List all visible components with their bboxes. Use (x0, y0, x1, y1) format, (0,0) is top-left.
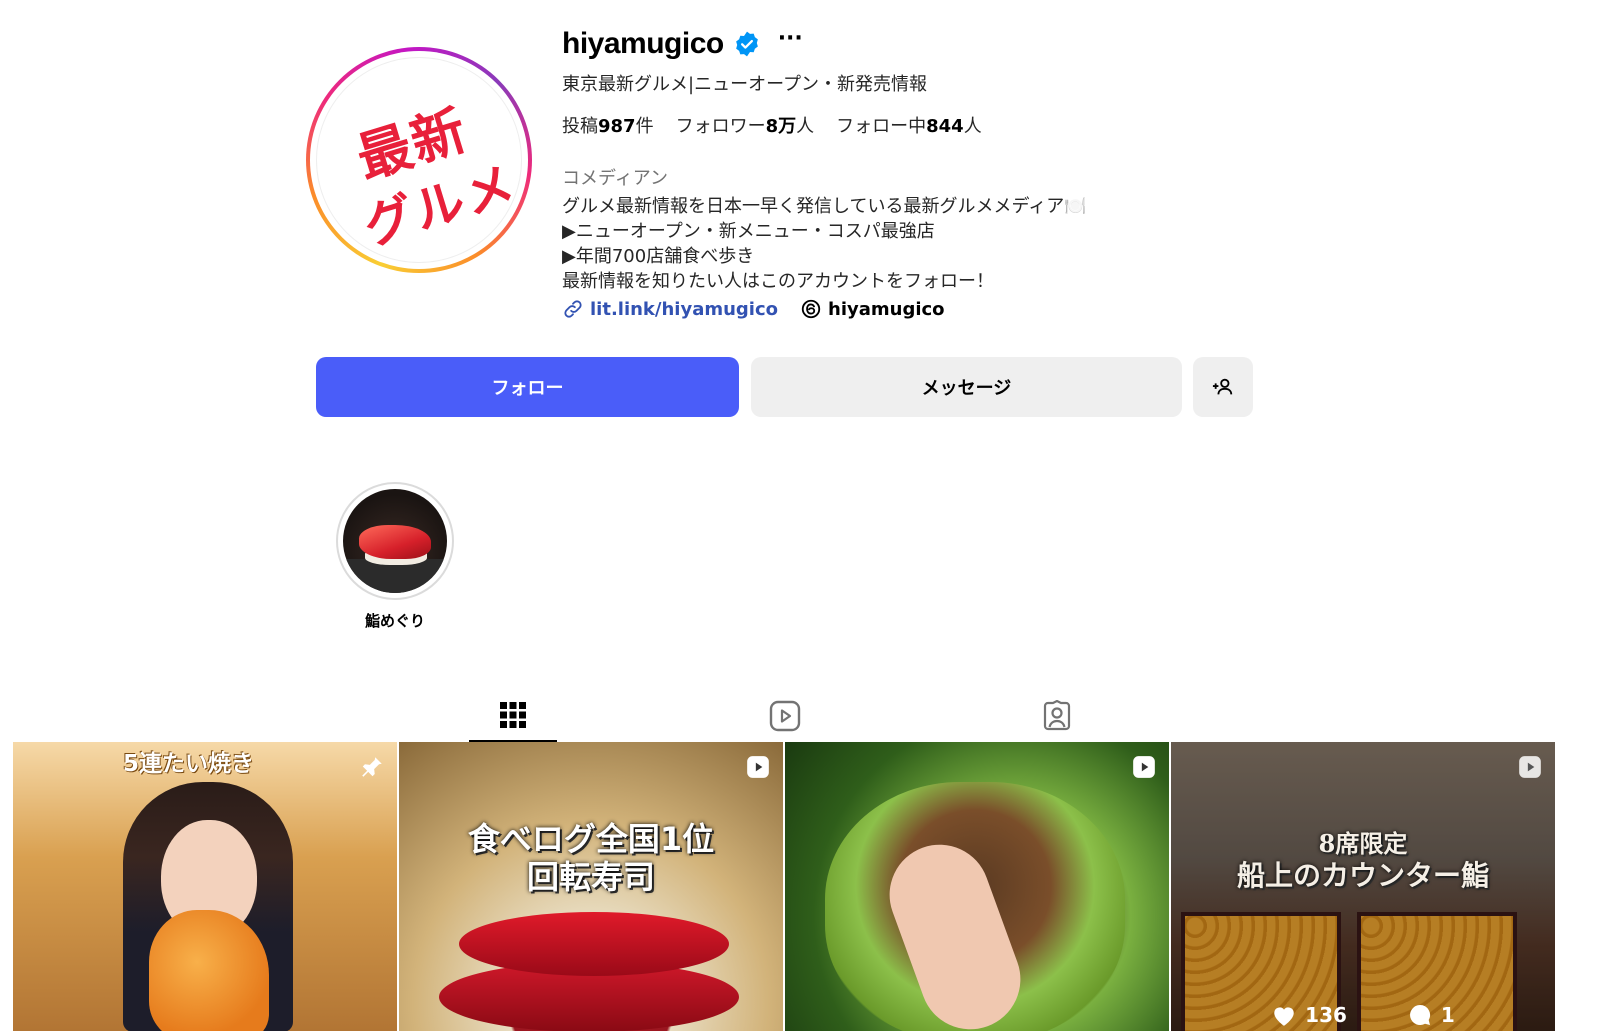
post-caption: 5連たい焼き (123, 751, 255, 777)
verified-badge-icon (735, 31, 758, 57)
post-tile[interactable]: 5連たい焼き (13, 742, 397, 1031)
external-link[interactable]: lit.link/hiyamugico (562, 298, 778, 320)
bio-line: ▶年間700店舗食べ歩き (562, 246, 755, 267)
highlight-label: 鮨めぐり (364, 612, 425, 630)
avatar-ring-gap: 最新 グルメ (310, 51, 528, 269)
bio-line: 最新情報を知りたい人はこのアカウントをフォロー！ (562, 271, 994, 292)
profile-name-row: hiyamugico ··· (562, 24, 803, 64)
reels-icon (769, 700, 801, 732)
suggested-accounts-button[interactable] (1193, 357, 1253, 417)
post-caption-line: 回転寿司 (526, 858, 655, 896)
post-caption-line: 8席限定 (1318, 829, 1408, 858)
profile-username: hiyamugico (562, 27, 724, 60)
avatar-image: 最新 グルメ (316, 57, 522, 263)
post-tile[interactable]: 食べログ全国1位 回転寿司 (399, 742, 783, 1031)
more-options-icon[interactable]: ··· (778, 28, 803, 50)
profile-stats: 投稿987件 フォロワー8万人 フォロー中844人 (562, 112, 982, 138)
highlight-ring (336, 482, 454, 600)
tab-reels[interactable] (741, 690, 829, 742)
likes-count: 136 (1305, 1003, 1347, 1027)
bio-line: ▶ニューオープン・新メニュー・コスパ最強店 (562, 221, 935, 242)
reel-icon (1133, 756, 1155, 778)
highlight-cover-image (343, 489, 447, 593)
followers-count[interactable]: フォロワー8万人 (676, 112, 815, 138)
profile-avatar[interactable]: 最新 グルメ (306, 47, 532, 273)
bio-line: グルメ最新情報を日本一早く発信している最新グルメメディア🍽️ (562, 196, 1087, 217)
story-highlight[interactable]: 鮨めぐり (336, 482, 454, 631)
post-caption-line: 食べログ全国1位 (467, 820, 715, 858)
post-caption: 食べログ全国1位 回転寿司 (399, 820, 783, 896)
following-count[interactable]: フォロー中844人 (836, 112, 982, 138)
message-button[interactable]: メッセージ (751, 357, 1182, 417)
posts-grid-icon (500, 702, 526, 728)
profile-tabs (0, 690, 1600, 742)
post-caption: 8席限定 船上のカウンター鮨 (1171, 828, 1555, 892)
profile-subtitle: 東京最新グルメ|ニューオープン・新発売情報 (562, 74, 927, 95)
reel-icon (1519, 756, 1541, 778)
tab-tagged[interactable] (1013, 690, 1101, 742)
comment-icon (1409, 1004, 1430, 1025)
external-link-text: lit.link/hiyamugico (590, 298, 779, 320)
threads-icon (801, 299, 821, 319)
post-hover-stats: 136 1 (1171, 1003, 1555, 1027)
reel-icon (747, 756, 769, 778)
heart-icon (1274, 1007, 1294, 1026)
profile-category: コメディアン (562, 168, 669, 189)
post-tile[interactable]: 8席限定 船上のカウンター鮨 136 1 (1171, 742, 1555, 1031)
post-comments: 1 (1407, 1003, 1455, 1027)
post-caption-line: 船上のカウンター鮨 (1236, 859, 1489, 892)
profile-links: lit.link/hiyamugico hiyamugico (562, 298, 945, 320)
add-person-icon (1212, 378, 1233, 395)
posts-count: 投稿987件 (562, 116, 654, 137)
tab-posts[interactable] (469, 690, 557, 742)
follow-button[interactable]: フォロー (316, 357, 739, 417)
pin-icon (362, 757, 382, 777)
post-tile[interactable] (785, 742, 1169, 1031)
post-likes: 136 (1271, 1003, 1347, 1027)
threads-link-text: hiyamugico (828, 298, 945, 320)
link-icon (564, 300, 582, 318)
profile-bio: グルメ最新情報を日本一早く発信している最新グルメメディア🍽️ ▶ニューオープン・… (562, 194, 1087, 294)
comments-count: 1 (1440, 1003, 1455, 1027)
posts-grid: 5連たい焼き 食べログ全国1位 回転寿司 8席限定 船上のカウンター鮨 136 … (13, 742, 1555, 1031)
threads-link[interactable]: hiyamugico (800, 298, 945, 320)
tagged-icon (1043, 700, 1071, 731)
